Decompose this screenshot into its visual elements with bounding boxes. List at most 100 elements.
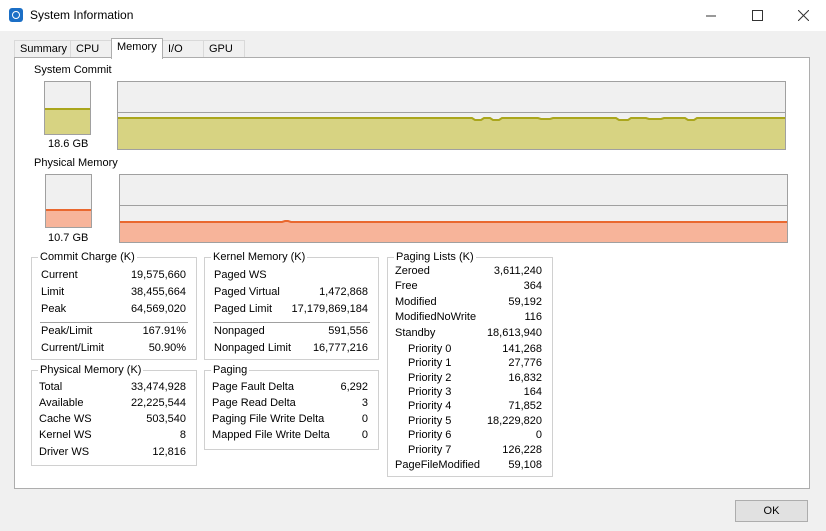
row-value: 116 — [524, 311, 542, 323]
maximize-icon — [751, 10, 763, 21]
row-key: Available — [39, 397, 84, 409]
nonpaged-limit-row: Nonpaged Limit 16,777,216 — [205, 342, 378, 358]
system-commit-meter — [44, 81, 91, 135]
kernel-ws-row: Kernel WS 8 — [32, 429, 196, 445]
priority-6-row: Priority 6 0 — [388, 429, 552, 445]
tab-summary[interactable]: Summary — [14, 40, 71, 58]
physical-memory-k-group: Physical Memory (K) Total 33,474,928 Avai… — [31, 364, 197, 466]
row-value: 591,556 — [328, 325, 368, 337]
row-value: 12,816 — [152, 446, 186, 458]
row-value: 0 — [535, 429, 542, 441]
row-key: Priority 3 — [408, 386, 452, 398]
app-icon — [9, 8, 23, 22]
physical-memory-meter-level — [46, 209, 91, 211]
system-commit-history — [118, 117, 785, 149]
free-row: Free 364 — [388, 280, 552, 296]
row-key: Total — [39, 381, 63, 393]
commit-charge-title: Commit Charge (K) — [38, 251, 137, 263]
close-button[interactable] — [780, 0, 826, 31]
tab-io[interactable]: I/O — [162, 40, 204, 58]
row-value: 59,192 — [508, 296, 542, 308]
separator — [213, 322, 370, 323]
row-value: 38,455,664 — [130, 286, 186, 298]
standby-row: Standby 18,613,940 — [388, 327, 552, 343]
row-value: 8 — [179, 429, 186, 441]
total-row: Total 33,474,928 — [32, 381, 196, 397]
row-key: Priority 4 — [408, 400, 452, 412]
row-key: Priority 0 — [408, 343, 452, 355]
separator — [40, 322, 188, 323]
memory-panel: System Commit 18.6 GB Physical Memory 10… — [14, 57, 810, 489]
row-key: Priority 5 — [408, 415, 452, 427]
system-commit-value: 18.6 GB — [48, 138, 89, 150]
kernel-memory-group: Kernel Memory (K) Paged WS Paged Virtual… — [204, 251, 379, 360]
nonpaged-row: Nonpaged 591,556 — [205, 325, 378, 341]
modified-row: Modified 59,192 — [388, 296, 552, 312]
row-value: 27,776 — [508, 357, 542, 369]
commit-limit-row: Limit 38,455,664 — [32, 286, 196, 302]
row-value: 126,228 — [502, 444, 542, 456]
minimize-icon — [705, 15, 716, 17]
tab-memory[interactable]: Memory — [111, 38, 163, 59]
row-value: 71,852 — [508, 400, 542, 412]
row-key: Priority 7 — [408, 444, 452, 456]
paged-virtual-row: Paged Virtual 1,472,868 — [205, 286, 378, 302]
physical-memory-meter — [45, 174, 92, 228]
row-value: 0 — [361, 429, 368, 441]
row-value: 0 — [361, 413, 368, 425]
row-key: Modified — [395, 296, 437, 308]
tab-gpu[interactable]: GPU — [203, 40, 245, 58]
row-key: Current/Limit — [41, 342, 104, 354]
commit-peak-row: Peak 64,569,020 — [32, 303, 196, 319]
system-commit-label: System Commit — [34, 64, 112, 76]
physical-memory-area — [120, 221, 787, 242]
ok-button[interactable]: OK — [735, 500, 808, 522]
row-key: Cache WS — [39, 413, 92, 425]
row-key: Paged Virtual — [214, 286, 280, 298]
system-commit-meter-fill — [45, 109, 90, 134]
row-value: 1,472,868 — [319, 286, 368, 298]
row-key: Nonpaged — [214, 325, 265, 337]
row-value: 18,613,940 — [486, 327, 542, 339]
row-key: Peak/Limit — [41, 325, 93, 337]
physical-memory-value: 10.7 GB — [48, 232, 89, 244]
close-icon — [797, 10, 809, 21]
row-key: Page Read Delta — [212, 397, 296, 409]
kernel-memory-title: Kernel Memory (K) — [211, 251, 308, 263]
minimize-button[interactable] — [688, 0, 734, 31]
row-key: Paging File Write Delta — [212, 413, 325, 425]
row-value: 50.90% — [148, 342, 186, 354]
page-fault-delta-row: Page Fault Delta 6,292 — [205, 381, 378, 397]
row-value: 16,832 — [508, 372, 542, 384]
title-bar: System Information — [0, 0, 826, 31]
driver-ws-row: Driver WS 12,816 — [32, 446, 196, 462]
physical-memory-line — [120, 220, 787, 223]
cache-ws-row: Cache WS 503,540 — [32, 413, 196, 429]
row-key: Driver WS — [39, 446, 90, 458]
row-value: 64,569,020 — [130, 303, 186, 315]
window-title: System Information — [30, 8, 134, 22]
row-key: Nonpaged Limit — [214, 342, 292, 354]
row-value: 59,108 — [508, 459, 542, 471]
mapped-file-write-delta-row: Mapped File Write Delta 0 — [205, 429, 378, 445]
row-key: Priority 2 — [408, 372, 452, 384]
row-value: 3,611,240 — [493, 265, 542, 277]
row-value: 364 — [523, 280, 542, 292]
commit-current-row: Current 19,575,660 — [32, 269, 196, 285]
maximize-button[interactable] — [734, 0, 780, 31]
row-key: Limit — [41, 286, 65, 298]
page-read-delta-row: Page Read Delta 3 — [205, 397, 378, 413]
system-commit-meter-level — [45, 108, 90, 110]
row-value: 141,268 — [502, 343, 542, 355]
page-file-modified-row: PageFileModified 59,108 — [388, 459, 552, 475]
tab-cpu[interactable]: CPU — [70, 40, 112, 58]
row-key: Kernel WS — [39, 429, 92, 441]
paged-limit-row: Paged Limit 17,179,869,184 — [205, 303, 378, 319]
priority-4-row: Priority 4 71,852 — [388, 400, 552, 416]
row-key: Priority 6 — [408, 429, 452, 441]
paging-title: Paging — [211, 364, 250, 376]
priority-7-row: Priority 7 126,228 — [388, 444, 552, 460]
row-key: Free — [395, 280, 418, 292]
physical-memory-history — [120, 220, 787, 242]
modified-no-write-row: ModifiedNoWrite 116 — [388, 311, 552, 327]
